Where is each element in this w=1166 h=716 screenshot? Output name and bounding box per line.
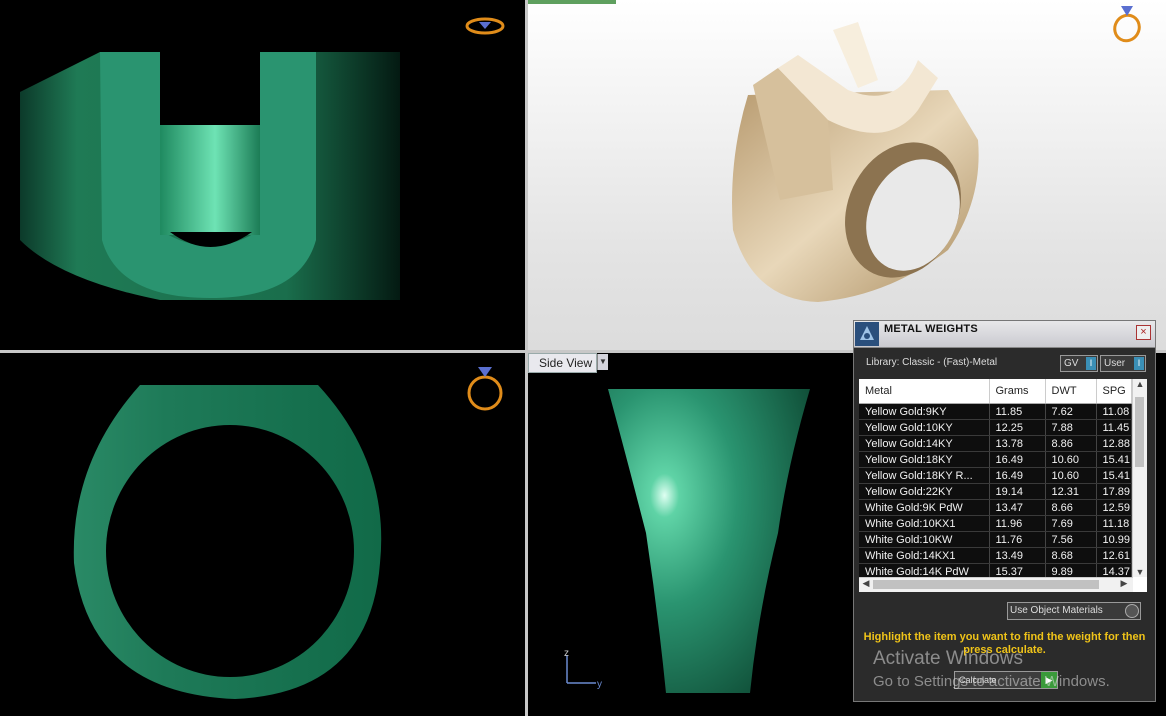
- metal-cell: White Gold:14KX1: [859, 547, 990, 564]
- dwt-cell: 10.60: [1045, 467, 1097, 484]
- use-object-materials-label: Use Object Materials: [1010, 605, 1103, 616]
- table-header-row: Metal Grams DWT SPG: [859, 379, 1132, 404]
- dwt-cell: 7.62: [1045, 403, 1097, 420]
- spg-cell: 11.18: [1096, 515, 1132, 532]
- ring-persp-icon[interactable]: [1111, 2, 1143, 44]
- dwt-cell: 7.69: [1045, 515, 1097, 532]
- spg-cell: 11.45: [1096, 419, 1132, 436]
- view-dropdown-arrow[interactable]: ▼: [597, 354, 608, 370]
- vertical-scrollbar[interactable]: ▲ ▼: [1132, 379, 1147, 577]
- spg-cell: 17.89: [1096, 483, 1132, 500]
- grams-cell: 12.25: [989, 419, 1046, 436]
- panel-title: METAL WEIGHTS: [884, 323, 978, 335]
- side-view-label[interactable]: Side View: [528, 353, 598, 373]
- axis-z-label: z: [564, 649, 569, 659]
- metal-cell: White Gold:9K PdW: [859, 499, 990, 516]
- perspective-viewport[interactable]: [528, 0, 1166, 350]
- table-row[interactable]: White Gold:10KW 11.76 7.56 10.99: [859, 531, 1132, 548]
- gv-toggle[interactable]: GV I: [1060, 355, 1098, 372]
- grams-cell: 13.49: [989, 547, 1046, 564]
- table-row[interactable]: Yellow Gold:22KY 19.14 12.31 17.89: [859, 483, 1132, 500]
- grams-cell: 13.78: [989, 435, 1046, 452]
- spg-cell: 15.41: [1096, 451, 1132, 468]
- grams-cell: 11.76: [989, 531, 1046, 548]
- metal-cell: Yellow Gold:18KY R...: [859, 467, 990, 484]
- metal-cell: White Gold:10KW: [859, 531, 990, 548]
- metal-weights-logo-icon: [855, 322, 879, 346]
- ring-front-icon[interactable]: [465, 363, 505, 415]
- library-label: Library: Classic - (Fast)-Metal: [866, 357, 998, 368]
- spg-cell: 12.61: [1096, 547, 1132, 564]
- vertical-scroll-thumb[interactable]: [1135, 397, 1144, 467]
- metal-cell: White Gold:10KX1: [859, 515, 990, 532]
- metal-weights-panel: METAL WEIGHTS × Library: Classic - (Fast…: [853, 320, 1156, 702]
- metal-cell: Yellow Gold:18KY: [859, 451, 990, 468]
- table-row[interactable]: Yellow Gold:18KY R... 16.49 10.60 15.41: [859, 467, 1132, 484]
- use-object-materials-toggle[interactable]: Use Object Materials: [1007, 602, 1141, 620]
- activate-windows-watermark-text: Go to Settings to activate Windows.: [873, 673, 1110, 690]
- gv-toggle-label: GV: [1064, 358, 1079, 369]
- table-row[interactable]: White Gold:14KX1 13.49 8.68 12.61: [859, 547, 1132, 564]
- use-object-materials-radio[interactable]: [1125, 604, 1139, 618]
- table-row[interactable]: White Gold:9K PdW 13.47 8.66 12.59: [859, 499, 1132, 516]
- scroll-right-icon[interactable]: ▶: [1117, 578, 1131, 589]
- axis-indicator: z y: [564, 649, 602, 689]
- spg-cell: 12.59: [1096, 499, 1132, 516]
- spg-cell: 12.88: [1096, 435, 1132, 452]
- user-toggle-label: User: [1104, 358, 1126, 369]
- dwt-cell: 7.88: [1045, 419, 1097, 436]
- table-row[interactable]: Yellow Gold:18KY 16.49 10.60 15.41: [859, 451, 1132, 468]
- dwt-cell: 8.68: [1045, 547, 1097, 564]
- ring-top-icon[interactable]: [465, 15, 505, 37]
- close-icon[interactable]: ×: [1136, 325, 1151, 340]
- front-view-ring-render: [73, 385, 382, 699]
- metal-cell: Yellow Gold:10KY: [859, 419, 990, 436]
- metal-weights-table[interactable]: Metal Grams DWT SPG Yellow Gold:9KY 11.85…: [859, 379, 1147, 592]
- dwt-cell: 10.60: [1045, 451, 1097, 468]
- table-row[interactable]: Yellow Gold:9KY 11.85 7.62 11.08: [859, 403, 1132, 420]
- column-header-metal[interactable]: Metal: [859, 379, 990, 404]
- perspective-ring-render: [732, 22, 979, 302]
- side-view-label-text: Side View: [539, 356, 593, 370]
- table-row[interactable]: Yellow Gold:14KY 13.78 8.86 12.88: [859, 435, 1132, 452]
- dwt-cell: 12.31: [1045, 483, 1097, 500]
- top-view-ring-render: [20, 52, 400, 300]
- viewport-separator-vertical[interactable]: [525, 0, 528, 716]
- grams-cell: 13.47: [989, 499, 1046, 516]
- table-row[interactable]: White Gold:10KX1 11.96 7.69 11.18: [859, 515, 1132, 532]
- top-viewport[interactable]: [0, 0, 525, 350]
- user-toggle-icon: I: [1134, 357, 1144, 370]
- column-header-dwt[interactable]: DWT: [1045, 379, 1097, 404]
- table-row[interactable]: Yellow Gold:10KY 12.25 7.88 11.45: [859, 419, 1132, 436]
- axis-y-label: y: [597, 679, 602, 689]
- spg-cell: 15.41: [1096, 467, 1132, 484]
- activate-windows-watermark-title: Activate Windows: [873, 648, 1023, 669]
- viewport-tab-indicator: [528, 0, 616, 4]
- dwt-cell: 8.66: [1045, 499, 1097, 516]
- scroll-left-icon[interactable]: ◀: [859, 578, 873, 589]
- column-header-spg[interactable]: SPG: [1096, 379, 1132, 404]
- spg-cell: 10.99: [1096, 531, 1132, 548]
- metal-cell: Yellow Gold:14KY: [859, 435, 990, 452]
- dwt-cell: 8.86: [1045, 435, 1097, 452]
- front-viewport[interactable]: [0, 353, 525, 716]
- dwt-cell: 7.56: [1045, 531, 1097, 548]
- column-header-grams[interactable]: Grams: [989, 379, 1046, 404]
- gv-toggle-icon: I: [1086, 357, 1096, 370]
- horizontal-scrollbar[interactable]: ◀ ▶: [859, 577, 1133, 592]
- grams-cell: 16.49: [989, 451, 1046, 468]
- scroll-up-icon[interactable]: ▲: [1133, 379, 1147, 389]
- grams-cell: 11.85: [989, 403, 1046, 420]
- horizontal-scroll-thumb[interactable]: [873, 580, 1099, 589]
- spg-cell: 11.08: [1096, 403, 1132, 420]
- grams-cell: 11.96: [989, 515, 1046, 532]
- metal-cell: Yellow Gold:9KY: [859, 403, 990, 420]
- user-toggle[interactable]: User I: [1100, 355, 1146, 372]
- grams-cell: 16.49: [989, 467, 1046, 484]
- scroll-down-icon[interactable]: ▼: [1133, 567, 1147, 577]
- panel-title-bar[interactable]: METAL WEIGHTS ×: [854, 321, 1155, 348]
- grams-cell: 19.14: [989, 483, 1046, 500]
- metal-cell: Yellow Gold:22KY: [859, 483, 990, 500]
